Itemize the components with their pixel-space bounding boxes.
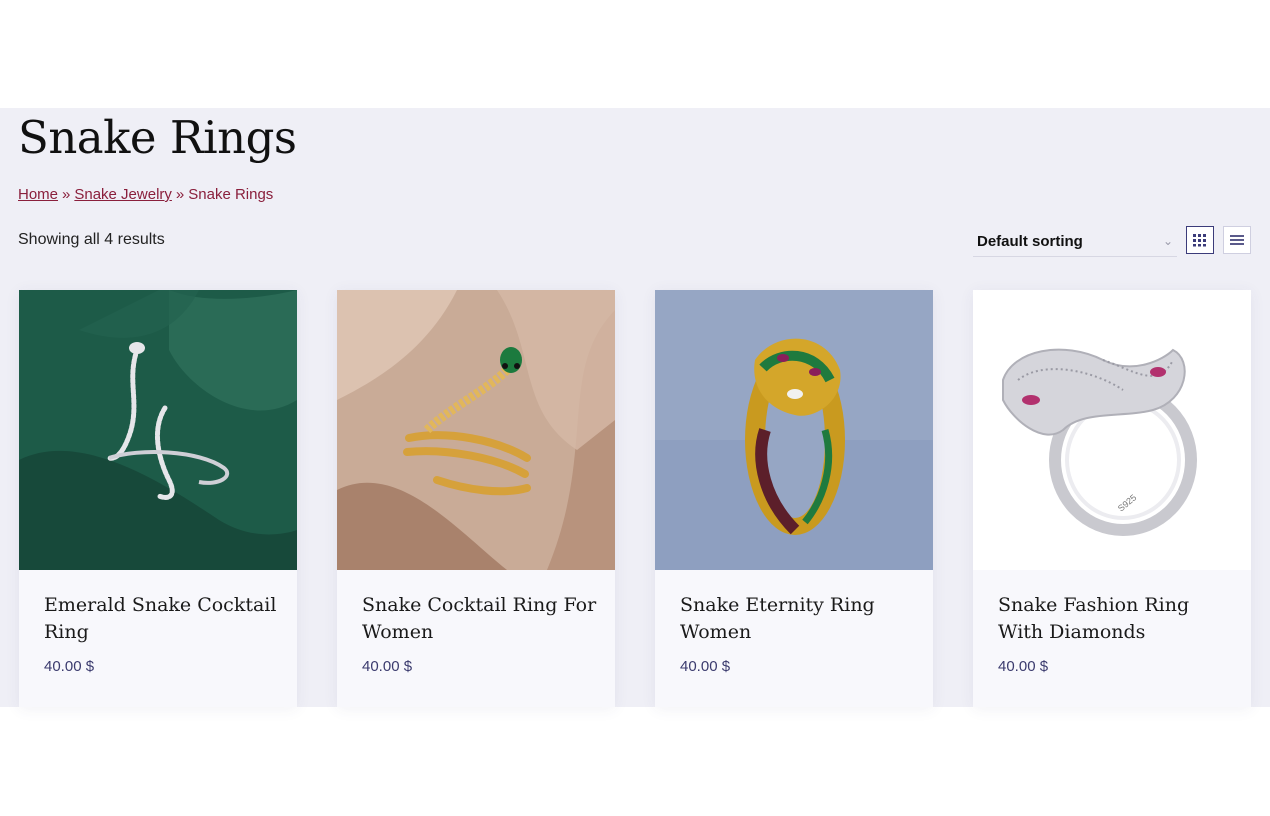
- product-price: 40.00 $: [680, 658, 731, 675]
- product-image[interactable]: [337, 290, 615, 570]
- sorting-selected-value: Default sorting: [977, 233, 1083, 250]
- product-card[interactable]: S925 Snake Fashion Ring With Diamonds 40…: [973, 290, 1251, 707]
- product-image[interactable]: [19, 290, 297, 570]
- product-image[interactable]: [655, 290, 933, 570]
- grid-view-icon: [1193, 234, 1206, 247]
- product-name[interactable]: Snake Fashion Ring With Diamonds: [998, 592, 1233, 646]
- list-view-icon: [1230, 235, 1244, 245]
- product-image[interactable]: S925: [973, 290, 1251, 570]
- breadcrumb-current: Snake Rings: [188, 186, 274, 203]
- breadcrumb-category-link[interactable]: Snake Jewelry: [74, 186, 172, 203]
- list-view-button[interactable]: [1223, 226, 1251, 254]
- product-price: 40.00 $: [362, 658, 413, 675]
- product-name[interactable]: Snake Cocktail Ring For Women: [362, 592, 597, 646]
- product-card[interactable]: Snake Eternity Ring Women 40.00 $: [655, 290, 933, 707]
- result-count: Showing all 4 results: [18, 231, 165, 248]
- product-name[interactable]: Emerald Snake Cocktail Ring: [44, 592, 279, 646]
- breadcrumb-separator: »: [62, 186, 71, 203]
- page-title: Snake Rings: [18, 111, 297, 164]
- grid-view-button[interactable]: [1186, 226, 1214, 254]
- product-card[interactable]: Emerald Snake Cocktail Ring 40.00 $: [19, 290, 297, 707]
- sorting-select[interactable]: Default sorting ⌄: [973, 226, 1177, 257]
- breadcrumb-separator: »: [175, 186, 185, 203]
- product-name[interactable]: Snake Eternity Ring Women: [680, 592, 915, 646]
- product-price: 40.00 $: [44, 658, 95, 675]
- product-price: 40.00 $: [998, 658, 1049, 675]
- breadcrumb: Home» Snake Jewelry» Snake Rings: [18, 186, 273, 203]
- breadcrumb-home-link[interactable]: Home: [18, 186, 58, 203]
- chevron-down-icon: ⌄: [1162, 234, 1173, 248]
- product-card[interactable]: Snake Cocktail Ring For Women 40.00 $: [337, 290, 615, 707]
